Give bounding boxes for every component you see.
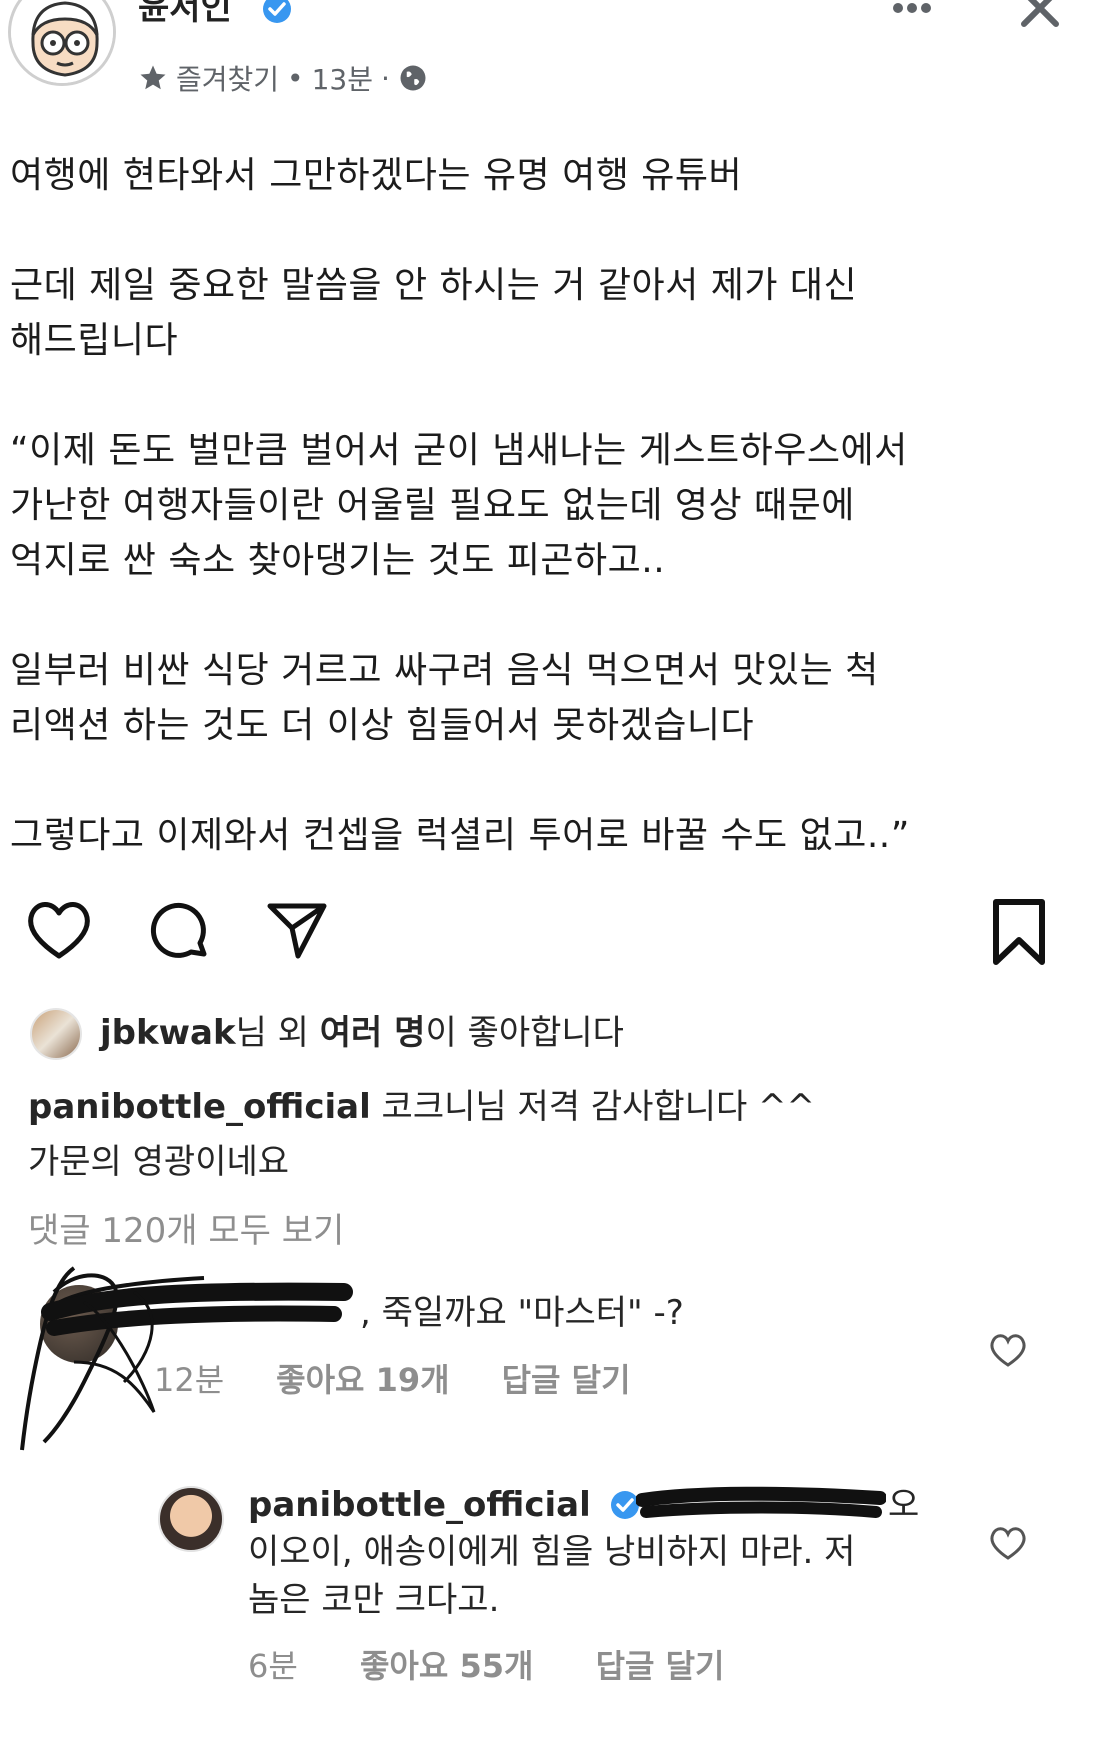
reply-likes[interactable]: 좋아요 55개 [360,1647,533,1685]
redaction-scribble [636,1486,886,1518]
post-line: 근데 제일 중요한 말씀을 안 하시는 거 같아서 제가 대신 [10,265,858,306]
author-name[interactable]: 윤서인 [138,0,232,28]
view-all-comments-link[interactable]: 댓글 120개 모두 보기 [28,1208,344,1254]
reply-text-line: 놈은 코만 크다고. [248,1580,500,1620]
liker-avatar[interactable] [30,1008,82,1060]
comment-text: , 죽일까요 "마스터" -? [360,1293,684,1333]
caption-text: 코크니님 저격 감사합니다 ^^ [370,1087,816,1127]
meta-dot: · [380,61,390,95]
post-line: 리액션 하는 것도 더 이상 힘들어서 못하겠습니다 [10,705,755,746]
post-line: 가난한 여행자들이란 어울릴 필요도 없는데 영상 때문에 [10,485,855,526]
liker-username[interactable]: jbkwak [100,1013,236,1053]
meta-separator: • [287,61,304,95]
commenter-avatar[interactable] [40,1285,118,1363]
reply-heart-icon[interactable] [988,1523,1028,1563]
comment-likes[interactable]: 좋아요 19개 [276,1357,449,1403]
likes-others[interactable]: 여러 명 [320,1013,426,1053]
caption-text-line2: 가문의 영광이네요 [28,1142,290,1182]
likes-summary[interactable]: jbkwak님 외 여러 명이 좋아합니다 [100,1010,624,1056]
bookmark-icon[interactable] [988,896,1050,968]
likes-suffix: 님 외 [235,1013,320,1053]
heart-icon[interactable] [24,896,94,966]
post-time: 13분 [311,63,373,96]
more-horizontal-icon[interactable] [888,0,936,20]
globe-icon [400,65,426,91]
close-icon[interactable] [1018,0,1062,30]
comment-heart-icon[interactable] [988,1330,1028,1370]
comment-icon[interactable] [144,896,214,966]
star-icon [140,65,166,90]
reply-text-line: 이오이, 애송이에게 힘을 낭비하지 마라. 저 [248,1532,856,1572]
cartoon-avatar-image [11,0,113,83]
reply-text: 이오이, 애송이에게 힘을 낭비하지 마라. 저 놈은 코만 크다고. [248,1528,938,1624]
caption-username[interactable]: panibottle_official [28,1087,371,1127]
reply-time: 6분 [248,1647,298,1685]
reply-button[interactable]: 답글 달기 [502,1357,631,1403]
likes-suffix2: 이 좋아합니다 [425,1013,624,1053]
post-line: 그렇다고 이제와서 컨셉을 럭셜리 투어로 바꿀 수도 없고..” [10,815,910,856]
favorites-label[interactable]: 즐겨찾기 [176,58,279,98]
post-line: 여행에 현타와서 그만하겠다는 유명 여행 유튜버 [10,155,743,196]
reply-meta-row: 6분 좋아요 55개 답글 달기 [248,1643,777,1689]
caption: panibottle_official 코크니님 저격 감사합니다 ^^ 가문의… [28,1080,1068,1190]
comment-time: 12분 [154,1361,225,1399]
author-avatar[interactable] [8,0,116,86]
post-body: 여행에 현타와서 그만하겠다는 유명 여행 유튜버 근데 제일 중요한 말씀을 … [10,148,1080,863]
reply-reply-button[interactable]: 답글 달기 [596,1647,725,1685]
verified-badge-icon [263,0,291,23]
post-line: 일부러 비싼 식당 거르고 싸구려 음식 먹으면서 맛있는 척 [10,650,879,691]
post-line: “이제 돈도 벌만큼 벌어서 굳이 냄새나는 게스트하우스에서 [10,430,908,471]
reply-username[interactable]: panibottle_official [248,1482,591,1528]
post-meta-row: 즐겨찾기 • 13분 · [138,58,428,98]
send-icon[interactable] [262,896,332,966]
reply-text-tail: 오 [888,1485,920,1525]
post-line: 해드립니다 [10,320,179,361]
post-line: 억지로 싼 숙소 찾아댕기는 것도 피곤하고.. [10,540,666,581]
reply-avatar[interactable] [158,1486,224,1552]
comment-meta-row: 12분 좋아요 19개 답글 달기 [154,1357,683,1403]
